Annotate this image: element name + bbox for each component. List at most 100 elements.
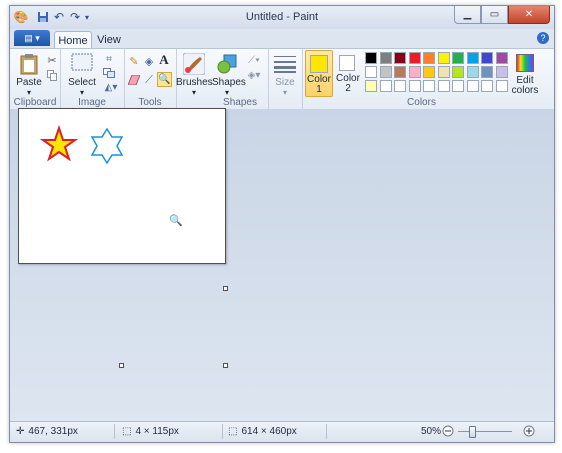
resize-handle-bottom[interactable] <box>119 363 124 368</box>
palette-swatch[interactable] <box>481 66 493 78</box>
clipboard-group: Paste ▾ ✂ Clipboard <box>10 49 61 109</box>
tab-view[interactable]: View <box>94 31 124 48</box>
size-icon[interactable] <box>274 55 296 73</box>
palette-swatch[interactable] <box>423 52 435 64</box>
brushes-group: Brushes ▾ <box>176 49 213 109</box>
tools-group: ✎ ◈ A ⟋ 🔍 Tools <box>124 49 177 109</box>
palette-swatch[interactable] <box>423 80 435 92</box>
shape-fill-icon[interactable]: ◈▾ <box>244 69 264 81</box>
ribbon-tab-row: ▤ ▾ Home View ? <box>10 29 554 49</box>
colors-group: Color 1 Color 2 Edit colors Colors <box>302 49 541 109</box>
crop-icon[interactable]: ⌗ <box>102 53 116 65</box>
palette-swatch[interactable] <box>495 80 508 92</box>
shapes-icon[interactable] <box>216 53 238 75</box>
resize-icon[interactable] <box>102 67 116 79</box>
palette-swatch[interactable] <box>495 52 508 64</box>
edit-colors-label[interactable]: Edit colors <box>510 76 540 96</box>
select-icon[interactable] <box>71 53 93 71</box>
zoom-slider-track[interactable] <box>458 431 512 432</box>
brushes-label: Brushes <box>176 77 213 88</box>
status-separator <box>326 424 327 439</box>
eraser-icon[interactable] <box>127 73 141 87</box>
palette-swatch[interactable] <box>379 52 392 64</box>
select-dropdown-icon[interactable]: ▾ <box>66 88 98 97</box>
selection-size: ⬚ 4 × 115px <box>122 426 179 437</box>
palette-swatch[interactable] <box>481 80 493 92</box>
palette-swatch[interactable] <box>394 52 406 64</box>
image-group-label: Image <box>78 97 106 108</box>
palette-swatch[interactable] <box>437 80 450 92</box>
shapes-dropdown-icon[interactable]: ▾ <box>212 88 242 97</box>
magnifier-icon[interactable]: 🔍 <box>157 72 172 87</box>
zoom-in-button[interactable] <box>523 425 535 437</box>
resize-handle-corner[interactable] <box>223 363 228 368</box>
brushes-icon[interactable] <box>182 53 206 75</box>
brushes-dropdown-icon[interactable]: ▾ <box>176 88 212 97</box>
rotate-icon[interactable]: ◭▾ <box>102 81 120 93</box>
fill-icon[interactable]: ◈ <box>142 54 156 68</box>
palette-swatch[interactable] <box>423 66 435 78</box>
zoom-level: 50% <box>421 426 442 437</box>
select-label: Select <box>68 77 96 88</box>
palette-swatch[interactable] <box>394 80 406 92</box>
outline-icon[interactable]: ⟋▾ <box>244 54 264 66</box>
crosshair-icon: ✛ <box>16 426 25 437</box>
edit-colors-icon[interactable] <box>515 53 535 73</box>
text-icon[interactable]: A <box>157 52 171 67</box>
pencil-icon[interactable]: ✎ <box>127 54 141 68</box>
palette-swatch[interactable] <box>408 52 421 64</box>
palette-swatch[interactable] <box>365 66 377 78</box>
palette-swatch[interactable] <box>466 52 479 64</box>
maximize-button[interactable]: ▭ <box>481 6 508 24</box>
cursor-position-text: 467, 331px <box>28 426 78 437</box>
palette-swatch[interactable] <box>394 66 406 78</box>
palette-swatch[interactable] <box>481 52 493 64</box>
palette-swatch[interactable] <box>466 80 479 92</box>
palette-swatch[interactable] <box>379 66 392 78</box>
close-button[interactable]: ✕ <box>508 6 550 24</box>
resize-handle-right[interactable] <box>223 286 228 291</box>
status-bar: ✛ 467, 331px ⬚ 4 × 115px ⬚ 614 × 460px 5… <box>10 421 554 442</box>
selection-size-text: 4 × 115px <box>135 426 179 437</box>
palette-swatch[interactable] <box>466 66 479 78</box>
color1-swatch <box>310 55 328 73</box>
color-picker-icon[interactable]: ⟋ <box>142 73 156 87</box>
palette-swatch[interactable] <box>452 80 464 92</box>
image-group: Select ▾ ⌗ ◭▾ Image <box>60 49 125 109</box>
palette-swatch[interactable] <box>408 66 421 78</box>
size-group: Size ▾ <box>268 49 303 109</box>
color2-label: Color 2 <box>336 73 360 94</box>
color2-button[interactable]: Color 2 <box>335 50 361 97</box>
zoom-out-button[interactable] <box>442 425 454 437</box>
title-bar: 🎨 ↶ ↷ ▾ Untitled - Paint ▁ ▭ ✕ <box>10 6 554 29</box>
paste-label: Paste <box>16 77 42 88</box>
clipboard-group-label: Clipboard <box>13 97 57 108</box>
copy-icon[interactable] <box>46 69 58 81</box>
tab-home[interactable]: Home <box>54 31 92 49</box>
paste-icon[interactable] <box>18 53 40 75</box>
palette-swatch[interactable] <box>452 52 464 64</box>
canvas-workspace[interactable]: 🔍 <box>10 108 554 420</box>
colors-group-label: Colors <box>407 97 436 108</box>
size-dropdown-icon[interactable]: ▾ <box>268 88 302 97</box>
palette-swatch[interactable] <box>495 66 508 78</box>
minimize-button[interactable]: ▁ <box>454 6 481 24</box>
paste-dropdown-icon[interactable]: ▾ <box>14 88 44 97</box>
palette-swatch[interactable] <box>437 66 450 78</box>
shapes-group: Shapes ▾ ⟋▾ ◈▾ Shapes <box>212 49 269 109</box>
drawing-canvas[interactable]: 🔍 <box>18 108 226 264</box>
cut-icon[interactable]: ✂ <box>46 54 58 67</box>
help-icon[interactable]: ? <box>537 32 549 44</box>
yellow-star-shape <box>39 124 79 162</box>
palette-swatch[interactable] <box>408 80 421 92</box>
palette-swatch[interactable] <box>365 80 377 92</box>
blue-star-shape <box>90 127 124 165</box>
magnifier-cursor-icon: 🔍 <box>169 214 183 227</box>
palette-swatch[interactable] <box>365 52 377 64</box>
zoom-slider-thumb[interactable] <box>469 426 476 438</box>
palette-swatch[interactable] <box>379 80 392 92</box>
palette-swatch[interactable] <box>452 66 464 78</box>
paint-menu-button[interactable]: ▤ ▾ <box>14 30 50 46</box>
color1-button[interactable]: Color 1 <box>305 50 333 97</box>
palette-swatch[interactable] <box>437 52 450 64</box>
